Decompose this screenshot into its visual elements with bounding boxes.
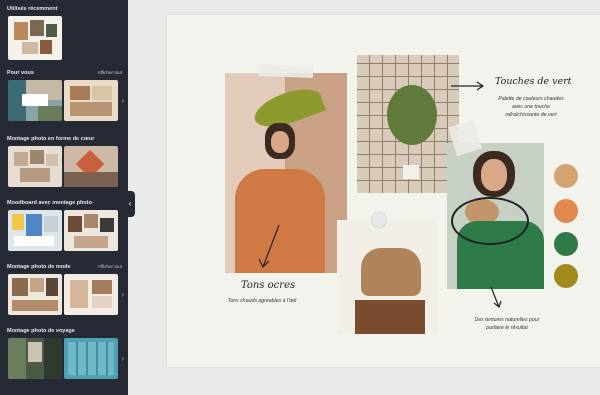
sidebar-bottom [0,388,128,395]
touches-desc-line: rafraîchissante de vert [505,112,557,118]
moodboard-canvas[interactable]: Touches de vert Palette de couleurs chau… [167,15,600,367]
recent-title: Utilisés récemment [7,6,58,12]
ocres-title: Tons ocres [241,280,296,291]
photo-basket[interactable] [337,220,437,334]
touches-desc-line: Palette de couleurs chaudes [498,96,564,102]
template-thumbnail[interactable] [64,146,118,187]
textures-line: Des textures naturelles pour [474,317,540,323]
textures-description: Des textures naturelles pour parfaire le… [457,316,557,332]
photo-palm-window[interactable] [357,55,459,193]
collapse-panel-button[interactable]: ‹ [125,191,135,217]
section-title: Montage photo de mode [7,264,71,270]
see-all-link[interactable]: Afficher tout [98,264,122,269]
pin-decoration [372,213,386,227]
touches-title: Touches de vert [495,76,572,87]
template-thumbnail[interactable] [8,338,62,379]
chevron-right-icon[interactable]: › [121,96,124,105]
template-thumbnail[interactable] [64,274,118,315]
touches-description: Palette de couleurs chaudes avec une tou… [483,95,579,119]
arrow-icon [258,224,280,269]
ocres-description: Tons chauds agréables à l'œil [227,298,297,304]
section-title: Moodboard avec montage photo [7,200,92,206]
template-thumbnail[interactable] [8,274,62,315]
color-swatch[interactable] [554,199,578,223]
chevron-right-icon[interactable]: › [121,354,124,363]
section-title: Montage photo en forme de cœur [7,136,95,142]
template-thumbnail[interactable] [8,210,62,251]
template-thumbnail[interactable] [8,80,62,121]
template-thumbnail[interactable] [64,338,118,379]
template-thumbnail[interactable] [64,80,118,121]
template-thumbnail[interactable] [64,210,118,251]
color-swatch[interactable] [554,264,578,288]
chevron-right-icon[interactable]: › [121,290,124,299]
tape-decoration [258,64,314,78]
arrow-icon [490,286,502,309]
chevron-left-icon: ‹ [128,199,132,208]
templates-sidebar: Utilisés récemment Pour vous Afficher to… [0,0,128,395]
see-all-link[interactable]: Afficher tout [98,70,122,75]
template-thumbnail[interactable] [8,146,62,187]
section-title: Pour vous [7,70,34,76]
textures-line: parfaire le résultat [486,325,528,331]
circle-annotation [451,197,529,245]
touches-desc-line: avec une touche [511,104,551,110]
color-swatch[interactable] [554,232,578,256]
color-swatch[interactable] [554,164,578,188]
recent-template-thumbnail[interactable] [8,16,62,60]
section-title: Montage photo de voyage [7,328,75,334]
photo-woman-orange[interactable] [225,73,347,273]
arrow-icon [451,81,485,91]
